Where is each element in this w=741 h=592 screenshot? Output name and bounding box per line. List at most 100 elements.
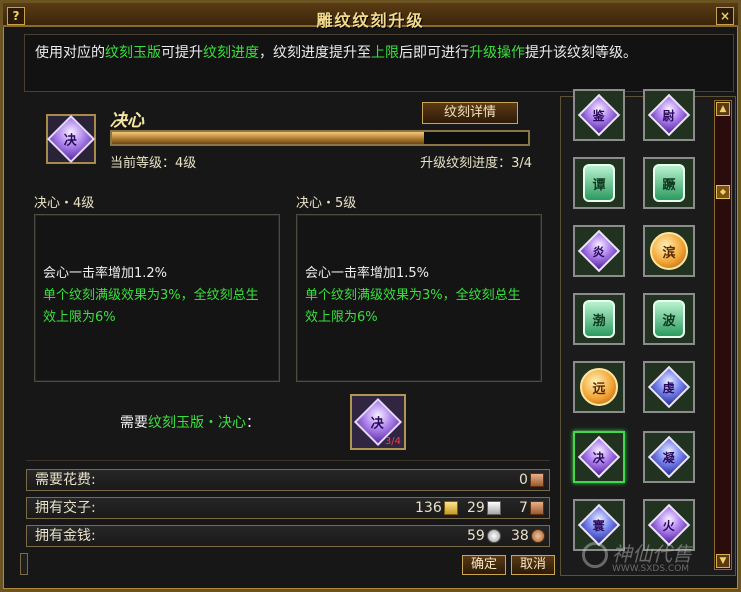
info-text-4: 后即可进行 bbox=[399, 45, 469, 61]
gold-orb-icon: 滨 bbox=[650, 232, 688, 270]
info-text-1: 使用对应的 bbox=[35, 45, 105, 61]
item-name: 决心 bbox=[110, 111, 144, 131]
fee-row: 需要花费: 0 bbox=[26, 469, 550, 491]
required-item-count: 3/4 bbox=[384, 436, 401, 447]
info-highlight-4: 升级操作 bbox=[469, 45, 525, 61]
silver-note-icon bbox=[486, 501, 501, 515]
engrave-glyph: 寰 bbox=[592, 518, 606, 533]
blue-diamond-icon: 虔 bbox=[647, 365, 691, 409]
resize-handle[interactable] bbox=[20, 553, 28, 575]
money-copper: 38 bbox=[511, 526, 545, 546]
engrave-slot[interactable]: 蹶 bbox=[643, 157, 695, 209]
purple-diamond-icon: 炎 bbox=[577, 229, 621, 273]
current-level-header: 决心・4级 bbox=[34, 196, 95, 211]
required-item-slot[interactable]: 决 3/4 bbox=[350, 394, 406, 450]
item-icon[interactable]: 决 bbox=[46, 114, 96, 164]
engrave-slot[interactable]: 炎 bbox=[573, 225, 625, 277]
required-item-glyph: 决 bbox=[371, 416, 385, 432]
engrave-slot[interactable]: 尉 bbox=[643, 89, 695, 141]
jade-tablet-icon: 渤 bbox=[583, 300, 615, 338]
jiaozi-row: 拥有交子: 136 29 7 bbox=[26, 497, 550, 519]
watermark-title: 神仙代售 bbox=[612, 542, 692, 566]
jiaozi-silver-amount: 29 bbox=[467, 500, 485, 516]
watermark: 神仙代售 WWW.SXDS.COM bbox=[582, 538, 734, 580]
progress-bar bbox=[110, 130, 530, 146]
current-effect: 会心一击率增加1.2% bbox=[43, 266, 168, 281]
gold-note-icon bbox=[443, 501, 458, 515]
engrave-slot[interactable]: 凝 bbox=[643, 431, 695, 483]
progress-bar-fill bbox=[112, 132, 424, 144]
blue-diamond-icon: 凝 bbox=[647, 435, 691, 479]
next-cap-note: 单个纹刻满级效果为3%，全纹刻总生效上限为6% bbox=[305, 288, 521, 325]
fee-label: 需要花费: bbox=[35, 472, 96, 488]
watermark-logo-icon bbox=[582, 542, 608, 568]
upgrade-progress: 升级纹刻进度：3/4 bbox=[420, 156, 532, 171]
engrave-detail-button[interactable]: 纹刻详情 bbox=[422, 102, 518, 124]
info-text: 使用对应的纹刻玉版可提升纹刻进度，纹刻进度提升至上限后即可进行升级操作提升该纹刻… bbox=[24, 34, 734, 92]
requirement-label: 需要纹刻玉版・决心： bbox=[120, 412, 260, 432]
engrave-glyph: 炎 bbox=[592, 244, 606, 259]
engrave-slot[interactable]: 渤 bbox=[573, 293, 625, 345]
window-title: 雕纹纹刻升级 bbox=[316, 11, 425, 30]
engrave-slot[interactable]: 虔 bbox=[643, 361, 695, 413]
requirement-suffix: ： bbox=[246, 415, 260, 431]
info-text-5: 提升该纹刻等级。 bbox=[525, 45, 637, 61]
engrave-slot[interactable]: 滨 bbox=[643, 225, 695, 277]
close-button[interactable]: × bbox=[716, 7, 734, 25]
jade-diamond-icon: 决 bbox=[46, 114, 96, 164]
purple-diamond-icon: 决 bbox=[577, 435, 621, 479]
fee-amount: 0 bbox=[519, 472, 528, 488]
engrave-slot[interactable]: 波 bbox=[643, 293, 695, 345]
engrave-glyph: 虔 bbox=[662, 380, 676, 395]
info-highlight-3: 上限 bbox=[371, 45, 399, 61]
money-silver-amount: 59 bbox=[467, 528, 485, 544]
engrave-glyph: 凝 bbox=[662, 450, 676, 465]
purple-diamond-icon: 鉴 bbox=[577, 93, 621, 137]
engrave-glyph: 鉴 bbox=[592, 108, 606, 123]
money-label: 拥有金钱: bbox=[35, 528, 96, 544]
gold-orb-icon: 远 bbox=[580, 368, 618, 406]
divider bbox=[26, 460, 550, 461]
confirm-button[interactable]: 确定 bbox=[462, 555, 506, 575]
info-highlight-1: 纹刻玉版 bbox=[105, 45, 161, 61]
engrave-glyph: 尉 bbox=[662, 108, 676, 123]
copper-coin-icon bbox=[530, 529, 545, 543]
scroll-thumb[interactable]: ◆ bbox=[716, 185, 730, 199]
engrave-slot[interactable]: 远 bbox=[573, 361, 625, 413]
engrave-glyph: 火 bbox=[662, 518, 676, 533]
vertical-scrollbar[interactable]: ▲ ◆ ▼ bbox=[714, 100, 732, 570]
engrave-slot[interactable]: 鉴 bbox=[573, 89, 625, 141]
watermark-url: WWW.SXDS.COM bbox=[612, 564, 690, 574]
engrave-glyph: 决 bbox=[592, 450, 606, 465]
engrave-slot[interactable]: 谭 bbox=[573, 157, 625, 209]
jiaozi-gold: 136 bbox=[415, 498, 458, 518]
engrave-slot[interactable]: 决 bbox=[573, 431, 625, 483]
current-level: 当前等级：4级 bbox=[110, 156, 197, 171]
current-cap-note: 单个纹刻满级效果为3%，全纹刻总生效上限为6% bbox=[43, 288, 259, 325]
engrave-grid: 鉴 尉谭蹶炎 滨渤波远 虔决 凝寰 火 bbox=[560, 89, 736, 576]
title-bar[interactable]: ? 雕纹纹刻升级 × bbox=[3, 3, 738, 30]
jiaozi-gold-amount: 136 bbox=[415, 500, 442, 516]
jade-tablet-icon: 波 bbox=[653, 300, 685, 338]
silver-coin-icon bbox=[486, 529, 501, 543]
jade-tablet-icon: 蹶 bbox=[653, 164, 685, 202]
next-effect: 会心一击率增加1.5% bbox=[305, 266, 430, 281]
jiaozi-label: 拥有交子: bbox=[35, 500, 96, 516]
item-glyph: 决 bbox=[64, 133, 78, 149]
requirement-item: 纹刻玉版・决心 bbox=[148, 415, 246, 431]
info-text-3: ，纹刻进度提升至 bbox=[259, 45, 371, 61]
purple-diamond-icon: 尉 bbox=[647, 93, 691, 137]
money-silver: 59 bbox=[467, 526, 501, 546]
jiaozi-silver: 29 bbox=[467, 498, 501, 518]
jade-tablet-icon: 谭 bbox=[583, 164, 615, 202]
info-highlight-2: 纹刻进度 bbox=[203, 45, 259, 61]
left-panel: 决 决心 纹刻详情 当前等级：4级 升级纹刻进度：3/4 决心・4级 决心・5级… bbox=[24, 96, 554, 462]
money-copper-amount: 38 bbox=[511, 528, 529, 544]
scroll-up-button[interactable]: ▲ bbox=[716, 102, 730, 116]
copper-note-icon bbox=[529, 501, 544, 515]
fee-value: 0 bbox=[519, 470, 544, 490]
money-row: 拥有金钱: 59 38 bbox=[26, 525, 550, 547]
next-level-header: 决心・5级 bbox=[296, 196, 357, 211]
copper-note-icon bbox=[529, 473, 544, 487]
cancel-button[interactable]: 取消 bbox=[511, 555, 555, 575]
